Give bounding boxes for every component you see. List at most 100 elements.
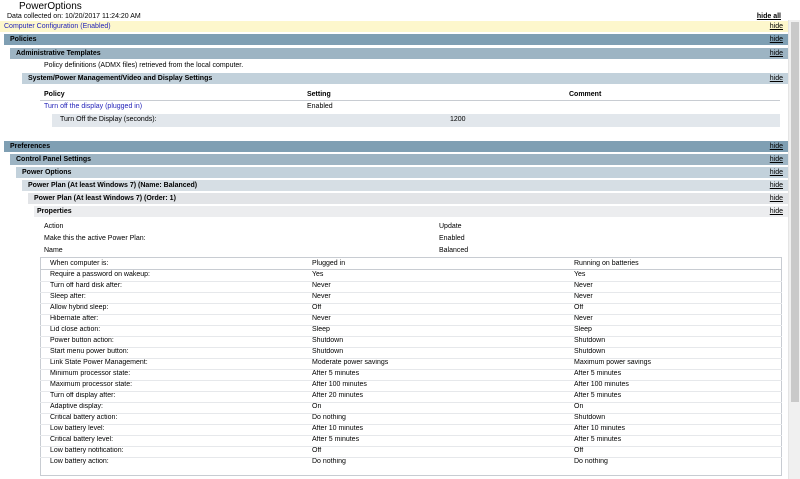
page-title: PowerOptions xyxy=(19,1,82,12)
hide-preferences-link[interactable]: hide xyxy=(770,141,783,152)
grid-bottom-border xyxy=(40,475,782,476)
battery-value: Off xyxy=(574,304,584,311)
scrollbar-thumb[interactable] xyxy=(791,22,799,402)
battery-value: Shutdown xyxy=(574,348,606,355)
grid-row-divider xyxy=(40,380,782,381)
kv-value: Update xyxy=(439,223,462,230)
battery-value: Yes xyxy=(574,271,586,278)
grid-row-divider xyxy=(40,358,782,359)
setting-column-header: Setting xyxy=(307,91,331,98)
plugged-in-value: Never xyxy=(312,315,331,322)
preferences-header: Preferences hide xyxy=(4,141,788,152)
plugged-in-value: After 10 minutes xyxy=(312,425,363,432)
plugged-in-value: Shutdown xyxy=(312,337,344,344)
hide-power-options-link[interactable]: hide xyxy=(770,167,783,178)
grid-row-divider xyxy=(40,347,782,348)
admx-note: Policy definitions (ADMX files) retrieve… xyxy=(44,62,244,69)
setting-name: Sleep after: xyxy=(50,293,86,300)
grid-row-divider xyxy=(40,325,782,326)
display-seconds-row: Turn Off the Display (seconds): 1200 xyxy=(52,114,780,127)
setting-name: Power button action: xyxy=(50,337,114,344)
plugged-in-value: Shutdown xyxy=(312,348,344,355)
hide-video-display-settings-link[interactable]: hide xyxy=(770,73,783,84)
setting-name: Hibernate after: xyxy=(50,315,99,322)
setting-name: Lid close action: xyxy=(50,326,101,333)
kv-key: Name xyxy=(44,247,63,254)
setting-name: Require a password on wakeup: xyxy=(50,271,151,278)
battery-value: Shutdown xyxy=(574,337,606,344)
hide-properties-link[interactable]: hide xyxy=(770,206,783,217)
administrative-templates-label: Administrative Templates xyxy=(16,50,101,57)
grid-right-border xyxy=(781,257,782,476)
grid-row-divider xyxy=(40,435,782,436)
administrative-templates-header: Administrative Templates hide xyxy=(10,48,788,59)
grid-header-batteries: Running on batteries xyxy=(574,260,639,267)
hide-administrative-templates-link[interactable]: hide xyxy=(770,48,783,59)
collected-timestamp: Data collected on: 10/20/2017 11:24:20 A… xyxy=(7,13,141,20)
power-plan-order-label: Power Plan (At least Windows 7) (Order: … xyxy=(34,195,176,202)
hide-policies-link[interactable]: hide xyxy=(770,34,783,45)
battery-value: Do nothing xyxy=(574,458,608,465)
computer-configuration-header: Computer Configuration (Enabled) hide xyxy=(0,21,788,32)
battery-value: Sleep xyxy=(574,326,592,333)
setting-name: Allow hybrid sleep: xyxy=(50,304,109,311)
properties-label: Properties xyxy=(37,208,72,215)
power-plan-order-header: Power Plan (At least Windows 7) (Order: … xyxy=(28,193,788,204)
grid-row-divider xyxy=(40,446,782,447)
control-panel-settings-header: Control Panel Settings hide xyxy=(10,154,788,165)
computer-configuration-label: Computer Configuration (Enabled) xyxy=(4,23,111,30)
grid-header-divider xyxy=(40,269,782,270)
hide-power-plan-balanced-link[interactable]: hide xyxy=(770,180,783,191)
plugged-in-value: After 5 minutes xyxy=(312,370,360,377)
policy-turn-off-display-link[interactable]: Turn off the display (plugged in) xyxy=(44,102,142,112)
setting-name: Turn off hard disk after: xyxy=(50,282,122,289)
grid-row-divider xyxy=(40,457,782,458)
grid-row-divider xyxy=(40,336,782,337)
plugged-in-value: Never xyxy=(312,282,331,289)
battery-value: Off xyxy=(574,447,584,454)
plugged-in-value: Never xyxy=(312,293,331,300)
power-options-header: Power Options hide xyxy=(16,167,788,178)
setting-name: Adaptive display: xyxy=(50,403,103,410)
battery-value: After 5 minutes xyxy=(574,436,622,443)
plugged-in-value: After 20 minutes xyxy=(312,392,363,399)
grid-row-divider xyxy=(40,402,782,403)
grid-row-divider xyxy=(40,292,782,293)
display-seconds-label: Turn Off the Display (seconds): xyxy=(60,116,157,123)
comment-column-header: Comment xyxy=(569,91,602,98)
grid-row-divider xyxy=(40,424,782,425)
hide-computer-configuration-link[interactable]: hide xyxy=(770,21,783,32)
power-plan-balanced-label: Power Plan (At least Windows 7) (Name: B… xyxy=(28,182,198,189)
battery-value: Maximum power savings xyxy=(574,359,652,366)
grid-row-divider xyxy=(40,281,782,282)
policies-header: Policies hide xyxy=(4,34,788,45)
grid-top-border xyxy=(40,257,782,258)
battery-value: After 100 minutes xyxy=(574,381,629,388)
setting-name: Maximum processor state: xyxy=(50,381,133,388)
setting-name: Low battery action: xyxy=(50,458,109,465)
grid-row-divider xyxy=(40,413,782,414)
kv-key: Action xyxy=(44,223,64,230)
setting-name: Critical battery action: xyxy=(50,414,118,421)
battery-value: After 5 minutes xyxy=(574,392,622,399)
grid-row-divider xyxy=(40,314,782,315)
grid-row-divider xyxy=(40,303,782,304)
battery-value: Never xyxy=(574,282,593,289)
battery-value: Never xyxy=(574,293,593,300)
plugged-in-value: Yes xyxy=(312,271,324,278)
battery-value: Shutdown xyxy=(574,414,606,421)
video-display-settings-header: System/Power Management/Video and Displa… xyxy=(22,73,788,84)
kv-value: Enabled xyxy=(439,235,465,242)
battery-value: Never xyxy=(574,315,593,322)
setting-name: Critical battery level: xyxy=(50,436,114,443)
power-plan-balanced-header: Power Plan (At least Windows 7) (Name: B… xyxy=(22,180,788,191)
hide-control-panel-settings-link[interactable]: hide xyxy=(770,154,783,165)
hide-power-plan-order-link[interactable]: hide xyxy=(770,193,783,204)
kv-key: Make this the active Power Plan: xyxy=(44,235,146,242)
preferences-label: Preferences xyxy=(10,143,51,150)
power-options-label: Power Options xyxy=(22,169,72,176)
hide-all-link[interactable]: hide all xyxy=(757,13,781,20)
vertical-scrollbar[interactable] xyxy=(788,20,800,479)
plugged-in-value: Off xyxy=(312,304,322,311)
battery-value: On xyxy=(574,403,584,410)
